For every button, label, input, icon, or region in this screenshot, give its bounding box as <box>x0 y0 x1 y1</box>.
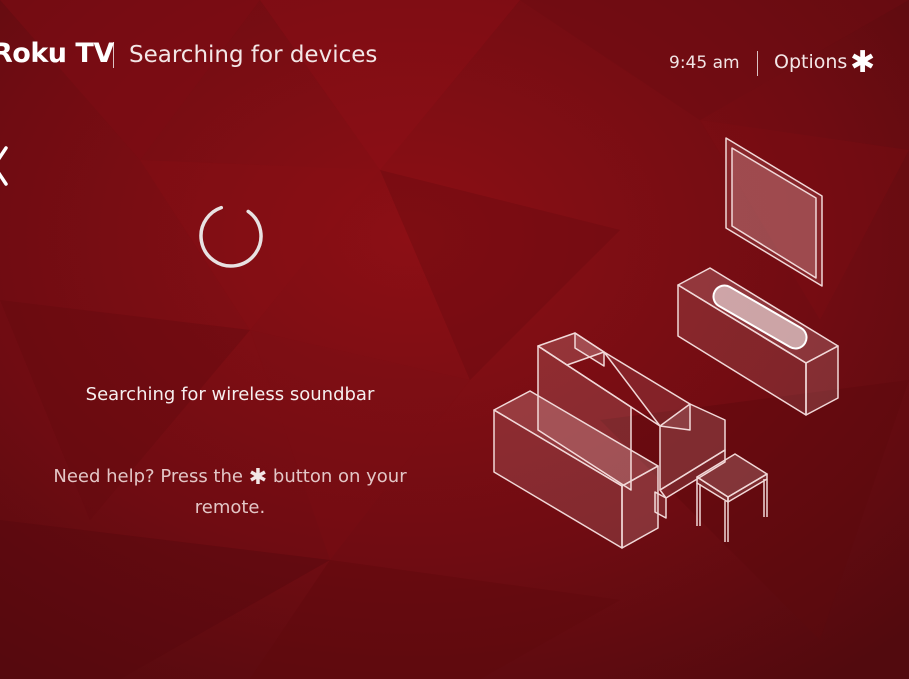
page-title: Searching for devices <box>129 42 378 68</box>
roku-tv-logo: Roku TV <box>0 38 114 69</box>
tv-shape <box>725 137 823 287</box>
living-room-soundbar-illustration <box>493 137 839 549</box>
asterisk-icon[interactable]: ✱ <box>850 48 875 78</box>
help-text-before: Need help? Press the <box>53 466 243 487</box>
header-divider <box>113 42 114 68</box>
clock: 9:45 am <box>669 53 740 73</box>
status-message: Searching for wireless soundbar <box>85 384 375 405</box>
asterisk-icon: ✱ <box>248 465 268 490</box>
loading-spinner-icon <box>199 204 263 268</box>
clock-divider <box>757 51 758 76</box>
options-label[interactable]: Options <box>774 51 847 73</box>
back-arrow-icon[interactable] <box>0 146 12 186</box>
header: Roku TV Searching for devices 9:45 am Op… <box>0 0 909 110</box>
help-message: Need help? Press the ✱ button on your re… <box>40 462 420 523</box>
tv-console-shape <box>677 267 839 416</box>
